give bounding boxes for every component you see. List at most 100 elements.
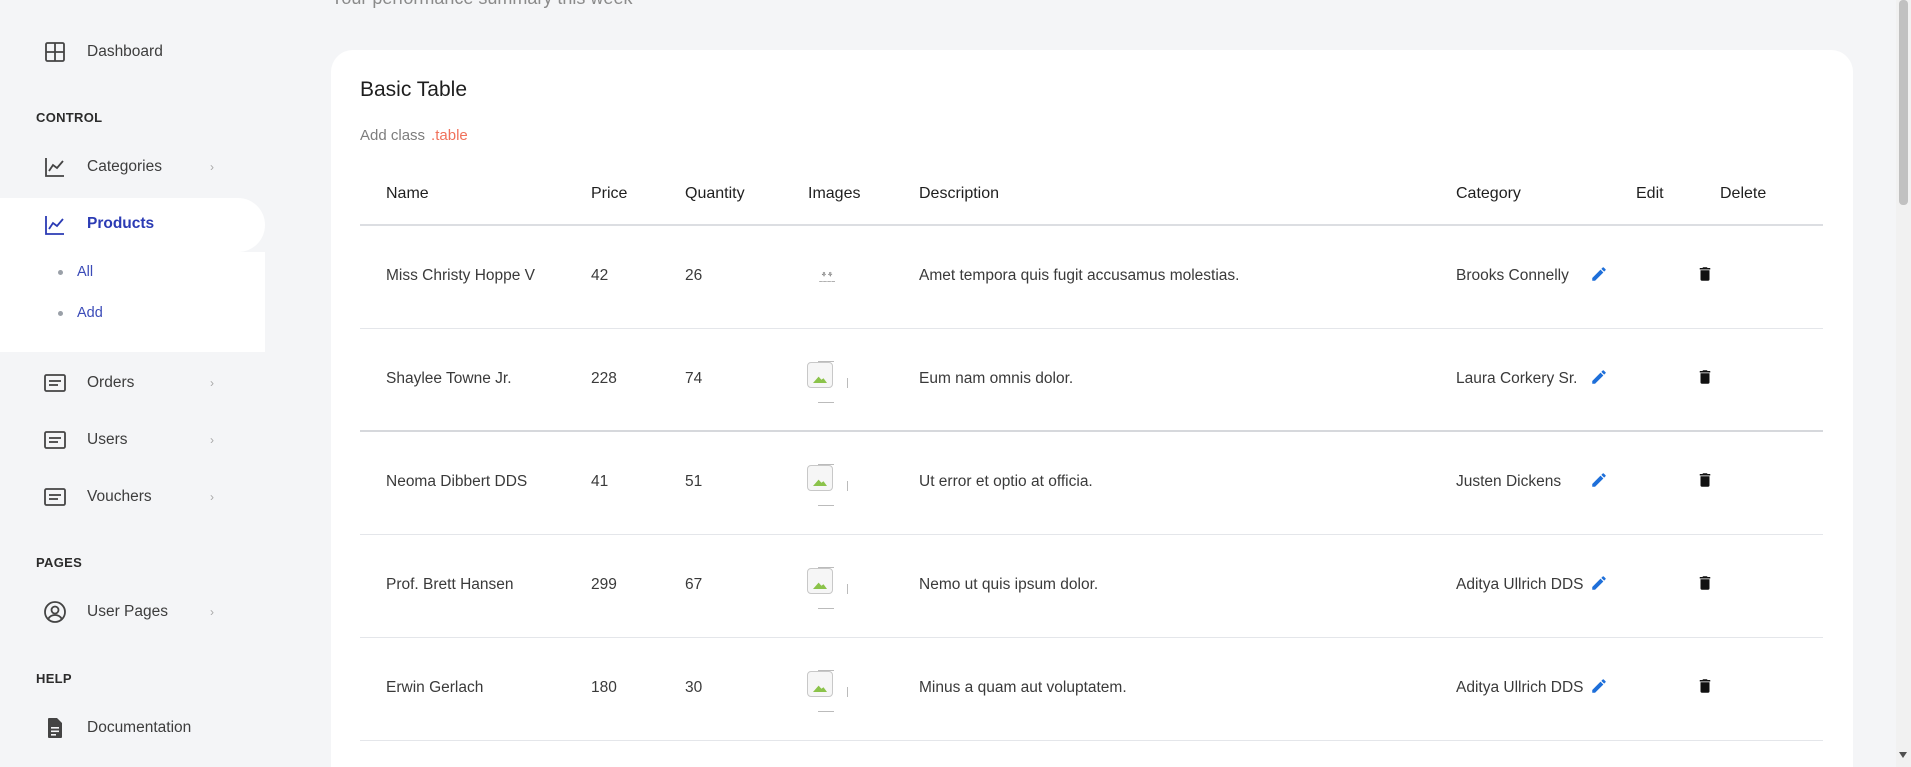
- edit-icon[interactable]: [1590, 471, 1608, 489]
- table-row: Miss Christy Hoppe V 42 26 ⚘⚘ ~~~~ Amet t…: [360, 226, 1823, 329]
- chevron-right-icon: ›: [210, 433, 214, 447]
- app-page: Dashboard CONTROL Categories › Products …: [0, 0, 1911, 767]
- sidebar-products-group: Products All Add: [0, 198, 265, 353]
- sidebar-item-users[interactable]: Users ›: [0, 420, 265, 460]
- submenu-label: Add: [77, 305, 103, 321]
- sidebar-item-vouchers[interactable]: Vouchers ›: [0, 477, 265, 517]
- header-price: Price: [591, 185, 628, 202]
- basic-table-card: Basic Table Add class .table Name Price Q…: [331, 50, 1853, 767]
- chevron-right-icon: ›: [210, 605, 214, 619]
- submenu-item-add[interactable]: Add: [58, 305, 103, 321]
- cell-quantity: 67: [685, 576, 703, 593]
- cell-price: 228: [591, 370, 617, 387]
- edit-icon[interactable]: [1590, 265, 1608, 283]
- cell-quantity: 51: [685, 473, 703, 490]
- cell-price: 180: [591, 679, 617, 696]
- cell-name: Shaylee Towne Jr.: [386, 370, 512, 387]
- chevron-right-icon: ›: [210, 376, 214, 390]
- broken-image-icon: [806, 567, 848, 609]
- sidebar-item-label: User Pages: [87, 603, 168, 620]
- sidebar-item-label: Categories: [87, 158, 162, 175]
- card-title: Basic Table: [360, 78, 468, 101]
- page-scrollbar[interactable]: [1896, 0, 1911, 767]
- cell-quantity: 74: [685, 370, 703, 387]
- chevron-right-icon: ›: [210, 490, 214, 504]
- product-image: [805, 360, 849, 404]
- scrollbar-thumb[interactable]: [1899, 0, 1908, 205]
- sidebar-item-dashboard[interactable]: Dashboard: [0, 32, 265, 72]
- bullet-icon: [58, 269, 63, 275]
- product-image: ⚘⚘ ~~~~: [805, 257, 849, 301]
- sidebar-item-label: Vouchers: [87, 488, 152, 505]
- sidebar-item-label: Orders: [87, 374, 135, 391]
- cell-quantity: 26: [685, 267, 703, 284]
- chart-line-icon: [42, 154, 68, 180]
- header-delete: Delete: [1720, 185, 1767, 202]
- cell-name: Neoma Dibbert DDS: [386, 473, 528, 490]
- header-quantity: Quantity: [685, 185, 745, 202]
- cell-name: Erwin Gerlach: [386, 679, 484, 696]
- product-image: [805, 669, 849, 713]
- sidebar-item-categories[interactable]: Categories ›: [0, 147, 265, 187]
- sidebar-item-label: Users: [87, 431, 128, 448]
- product-image: [805, 463, 849, 507]
- broken-image-icon: [806, 361, 848, 403]
- sidebar-item-user-pages[interactable]: User Pages ›: [0, 592, 265, 632]
- products-submenu: All Add: [0, 252, 265, 352]
- section-label-help: HELP: [36, 671, 72, 686]
- sidebar-item-products[interactable]: Products: [0, 198, 265, 252]
- cell-price: 42: [591, 267, 609, 284]
- broken-image-icon: [806, 464, 848, 506]
- list-box-icon: [42, 370, 68, 396]
- trash-icon[interactable]: [1696, 574, 1714, 592]
- cell-price: 299: [591, 576, 617, 593]
- scroll-down-arrow-icon[interactable]: [1899, 752, 1907, 758]
- document-icon: [42, 715, 68, 741]
- trash-icon[interactable]: [1696, 265, 1714, 283]
- table-row: Prof. Brett Hansen 299 67 Nemo ut quis i…: [360, 535, 1823, 638]
- trash-icon[interactable]: [1696, 471, 1714, 489]
- sidebar-item-label: Documentation: [87, 719, 192, 736]
- cell-description: Amet tempora quis fugit accusamus molest…: [919, 267, 1240, 284]
- header-description: Description: [919, 185, 1000, 202]
- header-edit: Edit: [1636, 185, 1664, 202]
- sidebar-item-label: Dashboard: [87, 43, 163, 60]
- cell-quantity: 30: [685, 679, 703, 696]
- cell-category: Laura Corkery Sr.: [1456, 370, 1578, 387]
- broken-image-icon: [806, 670, 848, 712]
- list-box-icon: [42, 484, 68, 510]
- products-table: Name Price Quantity Images Description C…: [360, 165, 1823, 741]
- sidebar-item-orders[interactable]: Orders ›: [0, 363, 265, 403]
- cell-name: Prof. Brett Hansen: [386, 576, 514, 593]
- cell-category: Brooks Connelly: [1456, 267, 1569, 284]
- cell-description: Ut error et optio at officia.: [919, 473, 1093, 490]
- trash-icon[interactable]: [1696, 677, 1714, 695]
- product-logo-image: ⚘⚘ ~~~~: [818, 272, 836, 286]
- header-category: Category: [1456, 185, 1521, 202]
- grid-icon: [42, 39, 68, 65]
- section-label-pages: PAGES: [36, 555, 83, 570]
- section-label-control: CONTROL: [36, 110, 103, 125]
- class-code: .table: [431, 127, 468, 144]
- cell-description: Nemo ut quis ipsum dolor.: [919, 576, 1099, 593]
- trash-icon[interactable]: [1696, 368, 1714, 386]
- page-subtitle: Your performance summary this week: [331, 0, 632, 9]
- cell-price: 41: [591, 473, 609, 490]
- sidebar: Dashboard CONTROL Categories › Products …: [0, 0, 265, 767]
- table-row: Shaylee Towne Jr. 228 74 Eum nam omnis d…: [360, 329, 1823, 432]
- bullet-icon: [58, 310, 63, 316]
- table-row: Erwin Gerlach 180 30 Minus a quam aut vo…: [360, 638, 1823, 741]
- user-circle-icon: [42, 599, 68, 625]
- sidebar-item-documentation[interactable]: Documentation: [0, 708, 265, 748]
- cell-description: Minus a quam aut voluptatem.: [919, 679, 1127, 696]
- edit-icon[interactable]: [1590, 677, 1608, 695]
- table-header: Name Price Quantity Images Description C…: [360, 165, 1823, 226]
- chart-line-icon: [42, 212, 68, 238]
- submenu-label: All: [77, 264, 94, 280]
- header-images: Images: [808, 185, 861, 202]
- edit-icon[interactable]: [1590, 574, 1608, 592]
- edit-icon[interactable]: [1590, 368, 1608, 386]
- chevron-right-icon: ›: [210, 160, 214, 174]
- product-image: [805, 566, 849, 610]
- submenu-item-all[interactable]: All: [58, 264, 93, 280]
